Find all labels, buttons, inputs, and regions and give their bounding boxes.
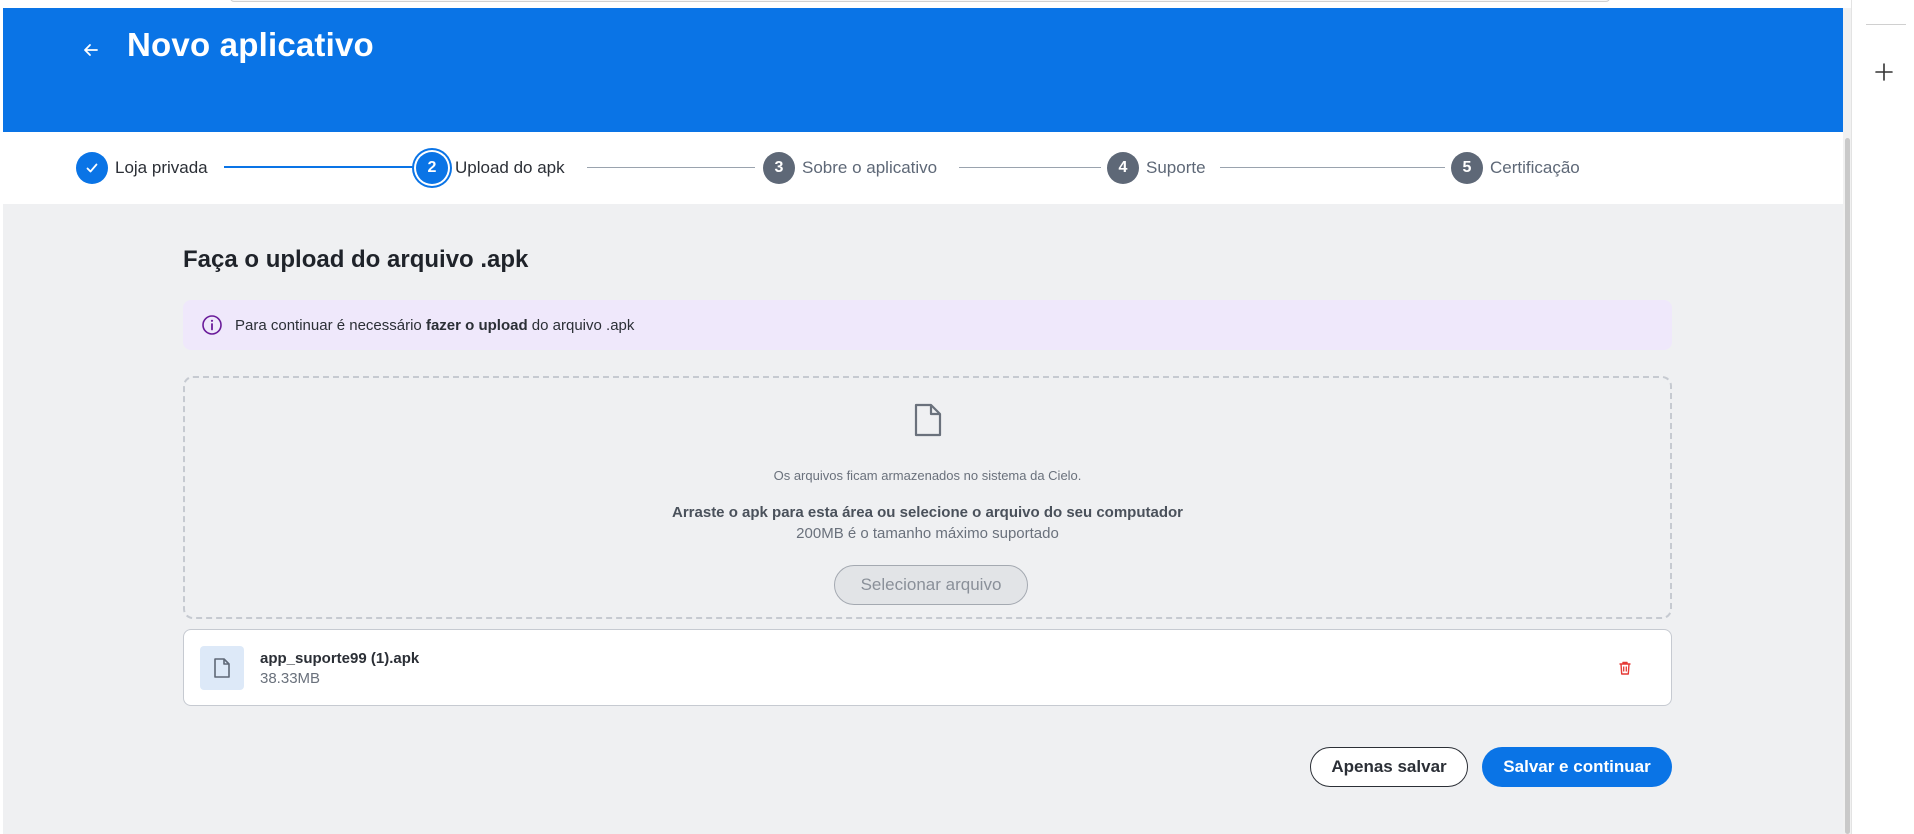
file-dropzone[interactable]: Os arquivos ficam armazenados no sistema… [183,376,1672,619]
step-label: Upload do apk [455,158,565,177]
step-connector-2 [587,167,755,168]
save-only-button[interactable]: Apenas salvar [1310,747,1468,787]
step-certificacao[interactable]: 5 Certificação [1451,132,1580,204]
info-text-bold: fazer o upload [425,316,528,334]
step-connector-3 [959,167,1101,168]
step-upload-apk[interactable]: 2 Upload do apk [416,132,565,204]
step-loja-privada[interactable]: Loja privada [76,132,208,204]
page: Novo aplicativo Loja privada 2 Upload do… [3,8,1843,834]
plus-icon [1875,63,1893,81]
check-icon [86,163,98,173]
dropzone-instruction: Arraste o apk para esta área ou selecion… [672,504,1183,521]
step-label: Certificação [1490,158,1580,177]
section-title: Faça o upload do arquivo .apk [183,246,529,273]
browser-side-panel [1851,0,1914,834]
trash-icon [1619,661,1631,675]
file-thumbnail [200,646,244,690]
info-text: Para continuar é necessário fazer o uplo… [235,316,635,334]
file-name: app_suporte99 (1).apk [260,650,420,667]
step-number: 5 [1451,152,1483,184]
add-button[interactable] [1872,60,1896,84]
info-banner: Para continuar é necessário fazer o uplo… [183,300,1672,350]
step-suporte[interactable]: 4 Suporte [1107,132,1206,204]
browser-top-strip [0,0,1850,8]
step-number: 4 [1107,152,1139,184]
side-panel-divider [1866,24,1906,25]
page-header: Novo aplicativo [3,8,1843,132]
step-connector-1 [224,166,413,168]
step-label: Loja privada [115,158,208,177]
stepper: Loja privada 2 Upload do apk 3 Sobre o a… [3,132,1843,204]
file-icon [914,403,942,437]
arrow-left-icon [84,44,98,56]
step-label: Sobre o aplicativo [802,158,938,177]
save-and-continue-button[interactable]: Salvar e continuar [1482,747,1672,787]
step-label: Suporte [1146,158,1206,177]
step-connector-4 [1220,167,1445,168]
back-button[interactable] [75,34,107,66]
file-size: 38.33MB [260,670,321,687]
app-window: Novo aplicativo Loja privada 2 Upload do… [0,0,1914,834]
info-icon [202,315,222,335]
uploaded-file-item: app_suporte99 (1).apk 38.33MB [183,629,1672,706]
address-bar-edge[interactable] [230,0,1610,2]
step-sobre-aplicativo[interactable]: 3 Sobre o aplicativo [763,132,937,204]
step-number: 3 [763,152,795,184]
dropzone-note: Os arquivos ficam armazenados no sistema… [773,468,1082,483]
dropzone-size-limit: 200MB é o tamanho máximo suportado [796,525,1059,542]
scrollbar-thumb[interactable] [1845,138,1850,834]
page-title: Novo aplicativo [127,26,374,63]
step-check-circle [76,152,108,184]
file-icon [214,658,230,678]
delete-file-button[interactable] [1613,656,1637,680]
select-file-button[interactable]: Selecionar arquivo [834,565,1028,605]
step-number: 2 [416,152,448,184]
